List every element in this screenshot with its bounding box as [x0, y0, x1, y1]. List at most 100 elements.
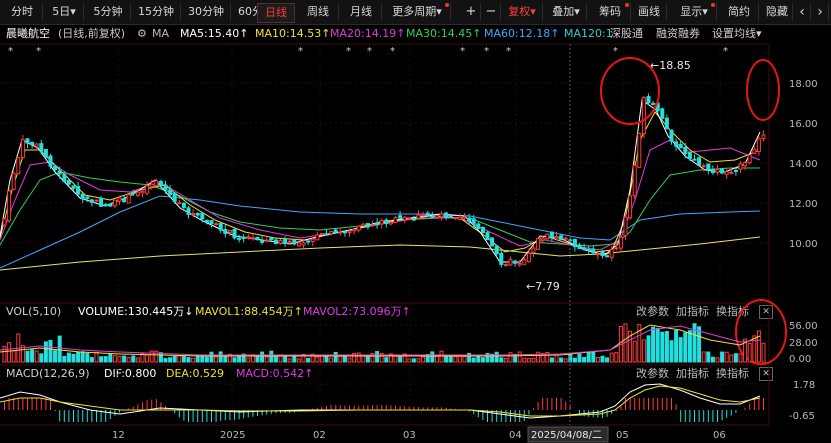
ma10-line — [0, 111, 761, 253]
star-icon: * — [298, 46, 303, 57]
candle-body — [471, 218, 476, 225]
star-icon: * — [367, 46, 372, 57]
candle-body — [421, 214, 426, 217]
candle-body — [582, 247, 587, 251]
volume-bar — [384, 357, 389, 363]
candle-body — [563, 237, 568, 240]
candle-body — [398, 215, 403, 219]
candle-body — [62, 174, 67, 183]
volume-bar — [729, 354, 734, 363]
volume-bar — [333, 351, 338, 363]
date-tick: 05 — [616, 430, 629, 441]
volume-bar — [25, 350, 30, 363]
candle-body — [145, 185, 150, 194]
volume-bar — [398, 356, 403, 363]
volume-bar — [641, 339, 646, 363]
volume-bar — [296, 358, 301, 363]
volume-bar — [53, 350, 58, 363]
candle-body — [678, 143, 683, 149]
candle-body — [117, 197, 122, 202]
candle-body — [278, 239, 283, 245]
candle-body — [430, 215, 435, 218]
volume-axis: 56.00 28.00 0.00 — [789, 321, 818, 365]
volume-bar — [122, 355, 127, 363]
candle-body — [623, 216, 628, 237]
volume-bar — [145, 354, 150, 363]
kline-chart[interactable]: * * * * * * * * * * * ←18.85 ←7.79 18.00… — [0, 0, 831, 443]
candle-body — [683, 147, 688, 155]
date-tick: 12 — [112, 430, 125, 441]
volume-bar — [733, 353, 738, 363]
candle-body — [76, 186, 81, 195]
volume-bar — [669, 340, 674, 363]
candle-body — [126, 194, 131, 204]
candle-body — [536, 238, 541, 250]
volume-bar — [434, 355, 439, 363]
volume-bar — [494, 351, 499, 363]
volume-bar — [232, 357, 237, 363]
price-annotations: ←18.85 ←7.79 — [526, 59, 691, 293]
volume-average-lines — [0, 324, 761, 357]
candle-body — [641, 96, 646, 134]
volume-bar — [246, 357, 251, 363]
candle-body — [94, 199, 99, 202]
volume-bar — [375, 351, 380, 363]
candle-body — [264, 239, 269, 242]
volume-bar — [34, 350, 39, 363]
volume-bar — [536, 351, 541, 363]
candle-body — [402, 216, 407, 221]
candle-body — [324, 233, 329, 236]
candle-body — [687, 152, 692, 160]
candle-body — [586, 248, 591, 252]
candle-body — [301, 242, 306, 246]
volume-bar — [646, 335, 651, 363]
volume-bar — [99, 356, 104, 363]
volume-bar — [7, 342, 12, 363]
candle-body — [747, 154, 752, 164]
candle-body — [186, 207, 191, 215]
candle-body — [618, 236, 623, 249]
volume-bar — [306, 357, 311, 363]
star-icon: * — [390, 46, 395, 57]
volume-bar — [651, 326, 656, 363]
volume-bar — [476, 355, 481, 363]
candle-body — [347, 230, 352, 233]
star-icon: * — [460, 46, 465, 57]
candle-body — [480, 226, 485, 234]
volume-bar — [158, 352, 163, 363]
ma30-line — [0, 167, 760, 247]
candle-body — [729, 171, 734, 174]
price-tick: 18.00 — [789, 79, 818, 90]
star-icon: * — [506, 46, 511, 57]
candle-body — [356, 225, 361, 231]
candle-body — [246, 236, 251, 239]
volume-bar — [761, 342, 766, 363]
candle-body — [453, 217, 458, 220]
volume-bar — [439, 350, 444, 363]
candle-body — [416, 214, 421, 219]
candle-body — [191, 213, 196, 216]
candle-body — [296, 242, 301, 247]
panel-frames — [0, 43, 770, 426]
volume-bar — [752, 335, 757, 363]
crosshair-date-label: 2025/04/08/二 — [531, 430, 602, 441]
ma20-line — [0, 139, 761, 251]
candle-body — [2, 218, 7, 226]
macd-axis: 1.78 -0.65 — [789, 380, 815, 422]
candle-body — [664, 117, 669, 129]
volume-bar — [89, 357, 94, 363]
volume-bar — [448, 356, 453, 363]
date-tick: 06 — [713, 430, 726, 441]
candle-body — [34, 143, 39, 147]
candle-body — [20, 139, 25, 158]
candle-body — [674, 141, 679, 147]
candle-body — [545, 233, 550, 240]
dea-line — [0, 385, 761, 417]
volume-bar — [720, 351, 725, 363]
candle-body — [462, 216, 467, 219]
volume-bar — [517, 351, 522, 363]
volume-bar — [214, 356, 219, 363]
candle-body — [39, 143, 44, 152]
volume-bar — [710, 356, 715, 363]
candle-body — [85, 196, 90, 199]
